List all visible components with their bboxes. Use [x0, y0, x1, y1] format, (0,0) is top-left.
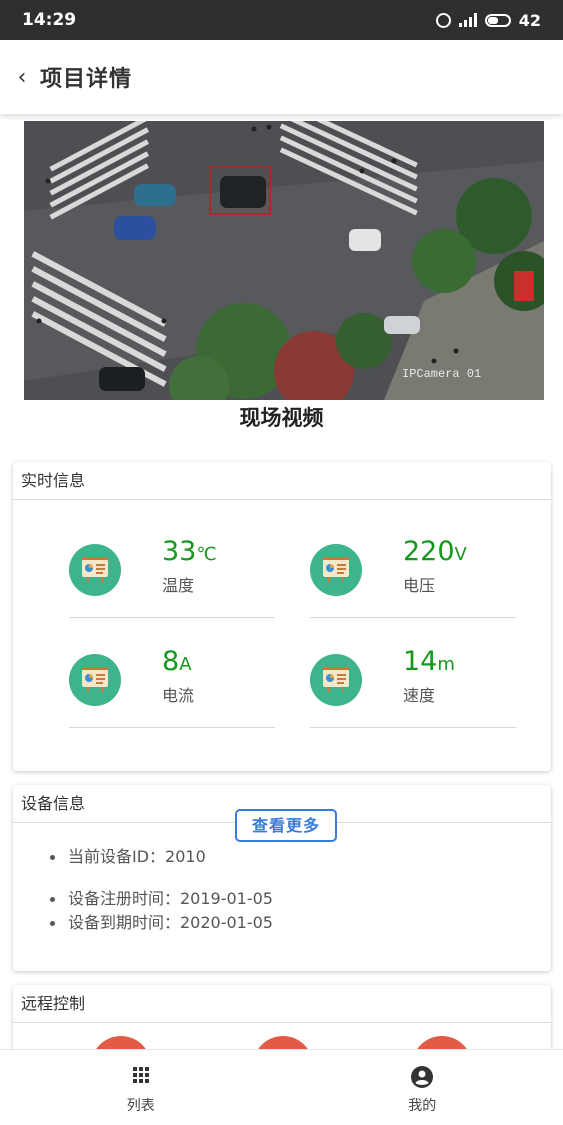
- main-content[interactable]: IPCamera 01 现场视频 实时信息 33℃ 温度 220V 电压 8A …: [0, 114, 563, 1049]
- remote-control-button-3[interactable]: [412, 1036, 472, 1049]
- metric-value: 33℃: [162, 536, 217, 567]
- signal-icon: [458, 13, 477, 27]
- tab-mine[interactable]: 我的: [282, 1050, 563, 1125]
- metric-value: 8A: [162, 646, 192, 677]
- chart-board-icon: [69, 654, 121, 706]
- grid-icon: [132, 1066, 150, 1088]
- metric-value: 14m: [403, 646, 455, 677]
- view-more-button[interactable]: 查看更多: [235, 809, 337, 842]
- metric-label: 速度: [403, 686, 436, 705]
- remote-control-card: 远程控制: [13, 985, 551, 1049]
- metric-temperature: 33℃ 温度: [69, 522, 275, 618]
- chart-board-icon: [310, 544, 362, 596]
- device-id: 当前设备ID：2010: [50, 845, 551, 887]
- app-header: ‹ 项目详情: [0, 40, 563, 114]
- metric-voltage: 220V 电压: [310, 522, 516, 618]
- live-video[interactable]: IPCamera 01: [24, 121, 544, 400]
- battery-icon: [484, 13, 511, 27]
- device-card: 设备信息 当前设备ID：2010 设备注册时间：2019-01-05 设备到期时…: [13, 785, 551, 971]
- metric-label: 电流: [162, 686, 195, 705]
- status-icons: 42: [435, 10, 541, 30]
- tab-list[interactable]: 列表: [0, 1050, 282, 1125]
- metric-current: 8A 电流: [69, 632, 275, 728]
- realtime-card: 实时信息 33℃ 温度 220V 电压 8A 电流 14m 速度: [13, 462, 551, 771]
- device-expire-time: 设备到期时间：2020-01-05: [50, 911, 551, 935]
- bottom-tab-bar: 列表 我的: [0, 1049, 563, 1125]
- metric-label: 温度: [162, 576, 195, 595]
- battery-level: 42: [518, 10, 541, 30]
- metric-value: 220V: [403, 536, 467, 567]
- video-frame-image: IPCamera 01: [24, 121, 544, 400]
- remote-title: 远程控制: [13, 985, 551, 1023]
- camera-watermark: IPCamera 01: [402, 367, 481, 381]
- alarm-icon: [435, 12, 451, 28]
- chart-board-icon: [310, 654, 362, 706]
- back-button[interactable]: ‹: [10, 62, 34, 92]
- remote-control-button-2[interactable]: [253, 1036, 313, 1049]
- device-register-time: 设备注册时间：2019-01-05: [50, 887, 551, 911]
- status-bar: 14:29 42: [0, 0, 563, 40]
- metric-label: 电压: [403, 576, 436, 595]
- user-circle-icon: [411, 1066, 434, 1092]
- realtime-title: 实时信息: [13, 462, 551, 500]
- metric-speed: 14m 速度: [310, 632, 516, 728]
- page-title: 项目详情: [40, 67, 133, 92]
- tab-label: 列表: [126, 1098, 155, 1114]
- remote-control-button-1[interactable]: [91, 1036, 151, 1049]
- tab-label: 我的: [408, 1098, 437, 1114]
- chart-board-icon: [69, 544, 121, 596]
- status-time: 14:29: [22, 10, 77, 30]
- video-caption: 现场视频: [239, 406, 324, 430]
